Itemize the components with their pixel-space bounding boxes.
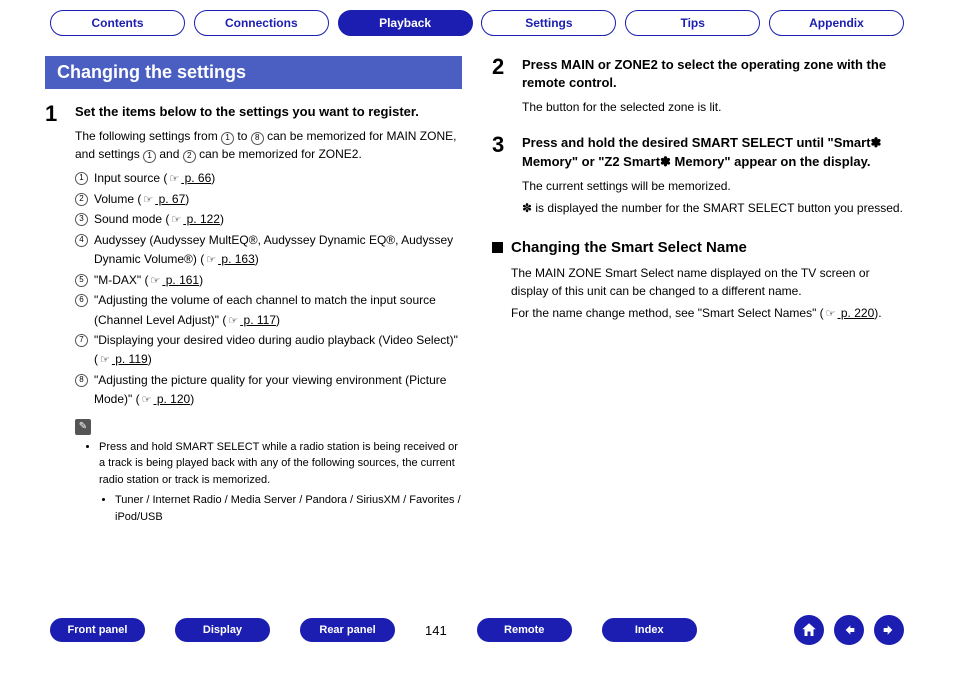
note-item: Press and hold SMART SELECT while a radi… (99, 439, 462, 526)
circled-number: 2 (75, 193, 88, 206)
subsection-header: Changing the Smart Select Name (492, 239, 909, 256)
step-1: 1 Set the items below to the settings yo… (45, 103, 462, 525)
step-number: 1 (45, 103, 67, 125)
setting-text: Sound mode (☞ p. 122) (94, 210, 224, 230)
step-text: The current settings will be memorized. (522, 177, 909, 195)
setting-item: 5 "M-DAX" (☞ p. 161) (75, 271, 462, 291)
setting-text: "Displaying your desired video during au… (94, 331, 462, 370)
prev-page-icon[interactable] (834, 615, 864, 645)
circled-number: 7 (75, 334, 88, 347)
page-link[interactable]: p. 163 (218, 252, 255, 266)
index-button[interactable]: Index (602, 618, 697, 642)
step-3: 3 Press and hold the desired SMART SELEC… (492, 134, 909, 220)
circled-number: 5 (75, 274, 88, 287)
paragraph: The MAIN ZONE Smart Select name displaye… (511, 264, 909, 300)
note-icon: ✎ (75, 419, 91, 435)
setting-text: "M-DAX" (☞ p. 161) (94, 271, 203, 291)
square-bullet-icon (492, 242, 503, 253)
front-panel-button[interactable]: Front panel (50, 618, 145, 642)
paragraph: For the name change method, see "Smart S… (511, 304, 909, 323)
settings-list: 1 Input source (☞ p. 66) 2 Volume (☞ p. 67)… (75, 169, 462, 410)
tab-tips[interactable]: Tips (625, 10, 760, 36)
remote-button[interactable]: Remote (477, 618, 572, 642)
page-link[interactable]: p. 117 (240, 313, 276, 327)
link-icon: ☞ (100, 352, 110, 370)
top-tab-bar: Contents Connections Playback Settings T… (0, 0, 954, 36)
circled-number: 1 (75, 172, 88, 185)
step-number: 3 (492, 134, 514, 156)
page-link[interactable]: p. 120 (153, 392, 190, 406)
link-icon: ☞ (142, 392, 152, 410)
setting-text: Audyssey (Audyssey MultEQ®, Audyssey Dyn… (94, 231, 462, 270)
page-link[interactable]: p. 161 (162, 273, 199, 287)
setting-item: 7 "Displaying your desired video during a… (75, 331, 462, 370)
setting-text: Volume (☞ p. 67) (94, 190, 189, 210)
step-number: 2 (492, 56, 514, 78)
tab-playback[interactable]: Playback (338, 10, 473, 36)
link-icon: ☞ (206, 252, 216, 270)
setting-item: 2 Volume (☞ p. 67) (75, 190, 462, 210)
setting-text: Input source (☞ p. 66) (94, 169, 215, 189)
section-title: Changing the settings (45, 56, 462, 89)
subsection-title: Changing the Smart Select Name (511, 239, 747, 256)
tab-settings[interactable]: Settings (481, 10, 616, 36)
note-list: Press and hold SMART SELECT while a radi… (75, 439, 462, 526)
tab-contents[interactable]: Contents (50, 10, 185, 36)
setting-text: "Adjusting the picture quality for your … (94, 371, 462, 410)
link-icon: ☞ (228, 313, 238, 331)
page-number: 141 (425, 623, 447, 638)
link-icon: ☞ (169, 171, 179, 189)
setting-item: 3 Sound mode (☞ p. 122) (75, 210, 462, 230)
next-page-icon[interactable] (874, 615, 904, 645)
page-link[interactable]: p. 220 (838, 306, 875, 320)
setting-item: 6 "Adjusting the volume of each channel t… (75, 291, 462, 330)
circled-number: 6 (75, 294, 88, 307)
circled-number: 3 (75, 213, 88, 226)
setting-item: 8 "Adjusting the picture quality for your… (75, 371, 462, 410)
link-icon: ☞ (151, 273, 161, 291)
page-link[interactable]: p. 66 (181, 171, 211, 185)
step-title: Press and hold the desired SMART SELECT … (522, 134, 909, 170)
circled-number: 8 (75, 374, 88, 387)
circled-number: 4 (75, 234, 88, 247)
link-icon: ☞ (826, 306, 836, 323)
tab-appendix[interactable]: Appendix (769, 10, 904, 36)
rear-panel-button[interactable]: Rear panel (300, 618, 395, 642)
step-title: Press MAIN or ZONE2 to select the operat… (522, 56, 909, 92)
page-link[interactable]: p. 67 (155, 192, 185, 206)
bottom-nav: Front panel Display Rear panel 141 Remot… (0, 615, 954, 645)
step-title: Set the items below to the settings you … (75, 103, 462, 121)
tab-connections[interactable]: Connections (194, 10, 329, 36)
setting-item: 4 Audyssey (Audyssey MultEQ®, Audyssey Dy… (75, 231, 462, 270)
step-text: The button for the selected zone is lit. (522, 98, 909, 116)
display-button[interactable]: Display (175, 618, 270, 642)
page-link[interactable]: p. 119 (112, 352, 148, 366)
setting-item: 1 Input source (☞ p. 66) (75, 169, 462, 189)
link-icon: ☞ (143, 192, 153, 210)
page-link[interactable]: p. 122 (183, 212, 220, 226)
home-icon[interactable] (794, 615, 824, 645)
setting-text: "Adjusting the volume of each channel to… (94, 291, 462, 330)
note-subitem: Tuner / Internet Radio / Media Server / … (115, 492, 462, 525)
step-text: ✽ is displayed the number for the SMART … (522, 199, 909, 217)
link-icon: ☞ (171, 212, 181, 230)
step-2: 2 Press MAIN or ZONE2 to select the oper… (492, 56, 909, 120)
step-intro: The following settings from 1 to 8 can b… (75, 127, 462, 163)
